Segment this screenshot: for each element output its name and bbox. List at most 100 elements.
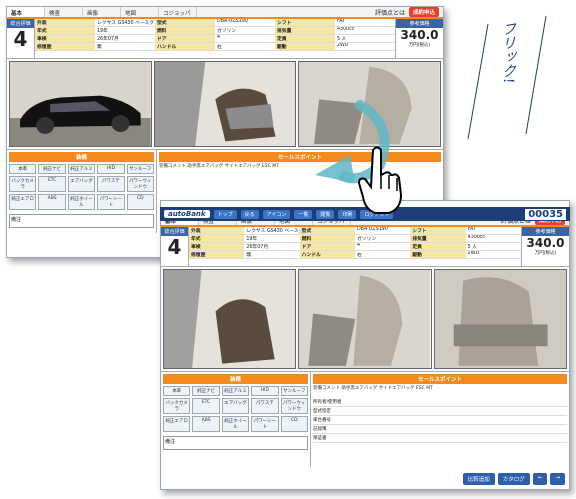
detail-rows: 所有者/使用者 型式指定 車台番号 記録簿 保証書 <box>313 398 567 443</box>
spec-key: 定員 <box>410 243 466 251</box>
detail-row: 所有者/使用者 <box>313 398 567 407</box>
bottom-toolbar: 比較追加 カタログ ← → <box>462 473 565 485</box>
equipment-chip: 純正ナビ <box>192 386 220 396</box>
spec-key: シフト <box>410 227 466 235</box>
equipment-header: 装備 <box>9 152 154 162</box>
icon-button[interactable]: アイコン <box>262 209 291 219</box>
car-interior-photo-1[interactable] <box>163 269 297 369</box>
spec-key: 年式 <box>189 235 245 243</box>
spec-key: 外装 <box>35 19 95 27</box>
price-box: 参考価格 340.0 万円(税込) <box>521 227 569 266</box>
price-value: 340.0 <box>526 236 565 250</box>
spec-key: ドア <box>155 35 215 43</box>
spec-key: 年式 <box>35 27 95 35</box>
spec-key: 燃料 <box>299 235 355 243</box>
view-button[interactable]: 閲覧 <box>316 209 335 219</box>
spec-value: DBA-UZS190 <box>354 227 411 235</box>
equipment-chip: 本革 <box>163 386 191 396</box>
spec-value: 26年07月 <box>95 35 155 43</box>
detail-row: 車台番号 <box>313 416 567 425</box>
spec-key: ハンドル <box>299 251 355 259</box>
detail-row: 保証書 <box>313 434 567 443</box>
spec-panel: 総合評価 4 外装レクサス GS430 ベースグレード型式DBA-UZS190シ… <box>7 19 443 59</box>
spec-value: 無 <box>95 43 155 51</box>
spec-value: 26年07月 <box>244 243 300 251</box>
spec-key: シフト <box>275 19 335 27</box>
equipment-chip: 純正ナビ <box>38 164 66 174</box>
car-interior-photo-2[interactable] <box>298 269 432 369</box>
back-button[interactable]: 戻る <box>240 209 259 219</box>
grade-help-link[interactable]: 評価点とは <box>375 8 405 17</box>
tab-bar: 基本 検査 画像 地図 コジョッパ 評価点とは 成約申込 <box>7 7 443 19</box>
sales-panel: セールスポイント 装備コメント 助手席エアバッグ サイドエアバッグ ESC MT… <box>311 372 569 467</box>
tab-images[interactable]: 画像 <box>83 7 121 17</box>
equipment-chip: 純正アルミ <box>221 386 250 396</box>
equipment-chip: ABS <box>38 194 66 210</box>
spec-key: 燃料 <box>155 27 215 35</box>
equipment-panel: 装備 本革 純正ナビ 純正アルミ HID サンルーフ バックカメラ ETC エアバッグ パワステ… <box>161 372 311 467</box>
tab-inspection[interactable]: 検査 <box>45 7 83 17</box>
compare-add-button[interactable]: 比較追加 <box>462 473 495 485</box>
equipment-chip: CD <box>126 194 154 210</box>
sales-header: セールスポイント <box>313 374 567 384</box>
catalog-button[interactable]: カタログ <box>497 473 530 485</box>
overall-grade: 総合評価 4 <box>7 19 35 58</box>
equipment-chip: ABS <box>192 416 220 432</box>
spec-value: レクサス GS430 ベースグレード <box>95 21 155 27</box>
print-button[interactable]: 印刷 <box>338 209 357 219</box>
memo-field[interactable]: 備注 <box>9 214 154 228</box>
price-label: 参考価格 <box>522 227 569 236</box>
equipment-chip: HID <box>251 386 279 396</box>
listing-counter: 00035 <box>525 208 566 220</box>
equipment-chip: 純正エアロ <box>9 194 37 210</box>
spec-key: 型式 <box>155 19 215 27</box>
tab-basic[interactable]: 基本 <box>7 7 45 17</box>
detail-row: 記録簿 <box>313 425 567 434</box>
spec-key: 定員 <box>275 35 335 43</box>
car-interior-photo-3[interactable] <box>433 269 567 369</box>
equipment-list: 本革 純正ナビ 純正アルミ HID サンルーフ バックカメラ ETC エアバッグ パワステ パワー… <box>9 164 154 210</box>
spec-key: 修復歴 <box>189 251 245 259</box>
spec-value: 19年 <box>95 27 155 35</box>
flick-annotation: フリック! <box>466 14 548 144</box>
grade-value: 4 <box>167 235 182 259</box>
spec-key: 車検 <box>189 243 245 251</box>
equipment-chip: サンルーフ <box>126 164 154 174</box>
spec-key: ドア <box>299 243 355 251</box>
spec-value: 19年 <box>244 235 300 243</box>
spec-value: ガソリン <box>215 27 275 35</box>
equipment-chip: パワーウィンドウ <box>280 398 308 414</box>
car-exterior-photo[interactable] <box>9 61 152 147</box>
spec-value: 5 人 <box>335 35 395 43</box>
memo-field[interactable]: 備注 <box>163 436 308 450</box>
spec-value: 4 <box>215 35 275 43</box>
equipment-chip: 純正ホイール <box>67 194 96 210</box>
spec-value: 2WD <box>465 251 521 259</box>
tab-extra[interactable]: コジョッパ <box>159 7 197 17</box>
spec-value: 2WD <box>335 43 395 51</box>
spec-value: 無 <box>244 251 300 259</box>
equipment-chip: パワーウィンドウ <box>126 176 154 192</box>
spec-key: 排気量 <box>275 27 335 35</box>
tab-map[interactable]: 地図 <box>121 7 159 17</box>
top-button[interactable]: トップ <box>213 209 237 219</box>
next-button[interactable]: → <box>550 473 565 485</box>
spec-value: ガソリン <box>354 235 411 243</box>
price-label: 参考価格 <box>396 19 443 28</box>
equipment-header: 装備 <box>163 374 308 384</box>
equipment-list: 本革 純正ナビ 純正アルミ HID サンルーフ バックカメラ ETC エアバッグ パワステ パワー… <box>163 386 308 432</box>
contract-button[interactable]: 成約申込 <box>408 7 439 17</box>
spec-grid: 外装レクサス GS430 ベースグレード型式DBA-UZS190シフトFAT 年式… <box>189 227 521 266</box>
photo-strip[interactable] <box>161 267 569 371</box>
list-button[interactable]: 一覧 <box>294 209 313 219</box>
price-unit: 万円(税込) <box>408 43 431 48</box>
prev-button[interactable]: ← <box>532 473 548 485</box>
price-value: 340.0 <box>400 28 439 42</box>
spec-key: 外装 <box>189 227 245 235</box>
spec-panel: 総合評価 4 外装レクサス GS430 ベースグレード型式DBA-UZS190シ… <box>161 227 569 267</box>
equipment-chip: ETC <box>192 398 220 414</box>
car-interior-photo-1[interactable] <box>153 61 297 147</box>
equipment-chip: 純正エアロ <box>163 416 191 432</box>
equipment-chip: HID <box>97 164 125 174</box>
spec-value: 右 <box>215 43 275 51</box>
